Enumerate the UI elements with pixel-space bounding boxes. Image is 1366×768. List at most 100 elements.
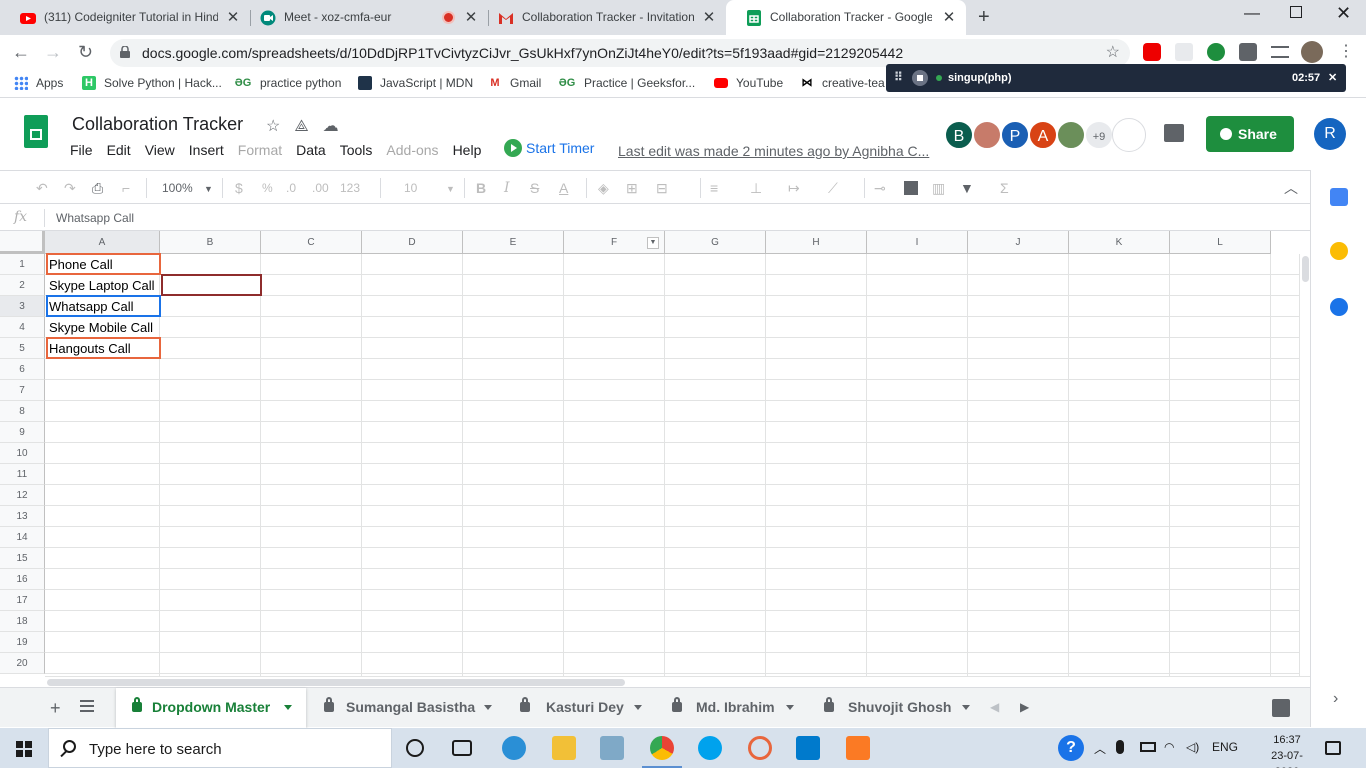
column-header-e[interactable]: E [463,231,564,254]
extension-icon[interactable] [1143,43,1161,61]
row-header-17[interactable]: 17 [0,590,45,611]
column-header-j[interactable]: J [968,231,1069,254]
add-sheet-button[interactable]: + [50,698,61,719]
reload-button[interactable]: ↻ [78,42,93,63]
row-header-16[interactable]: 16 [0,569,45,590]
row-header-4[interactable]: 4 [0,317,45,338]
sheet-tab-sumangal-basistha[interactable]: Sumangal Basistha [308,688,504,728]
cell-a4[interactable]: Skype Mobile Call [46,317,160,338]
fill-color-icon[interactable]: ◈ [598,180,609,197]
share-button[interactable]: Share [1206,116,1294,152]
column-header-d[interactable]: D [362,231,463,254]
scroll-tabs-left-icon[interactable]: ◀ [990,700,999,714]
chevron-down-icon[interactable] [962,705,970,710]
bookmark-youtube[interactable]: YouTube [714,76,783,90]
skype-icon[interactable] [698,736,722,760]
wifi-icon[interactable]: ◠ [1164,740,1174,754]
chevron-up-icon[interactable]: ︿ [1094,740,1106,757]
row-header-20[interactable]: 20 [0,653,45,674]
scroll-thumb[interactable] [1302,256,1309,282]
chevron-down-icon[interactable] [284,705,292,710]
row-header-14[interactable]: 14 [0,527,45,548]
tasks-icon[interactable] [1330,298,1348,316]
bookmark-practice-python[interactable]: ƏG practice python [234,76,342,90]
sheet-tab-dropdown-master[interactable]: Dropdown Master [116,688,306,728]
row-header-19[interactable]: 19 [0,632,45,653]
menu-edit[interactable]: Edit [107,142,131,158]
column-header-h[interactable]: H [766,231,867,254]
rotate-icon[interactable]: ⟋ [828,180,838,197]
bookmark-creative-team[interactable]: ⋈ creative-tea [800,76,885,90]
bookmark-gmail[interactable]: M Gmail [488,76,541,90]
calendar-icon[interactable] [1330,188,1348,206]
puzzle-icon[interactable] [1239,43,1257,61]
bookmark-apps[interactable]: Apps [14,76,63,90]
collaborator-avatar[interactable]: B [944,120,974,150]
bookmark-geeksforgeeks[interactable]: ƏG Practice | Geeksfor... [558,76,695,90]
maximize-button[interactable] [1290,6,1302,18]
add-people-icon[interactable] [1112,118,1146,152]
column-header-a[interactable]: A [45,231,160,254]
undo-icon[interactable]: ↶ [36,180,48,197]
explore-icon[interactable] [1272,699,1290,717]
row-header-8[interactable]: 8 [0,401,45,422]
battery-icon[interactable] [1140,742,1156,752]
column-header-l[interactable]: L [1170,231,1271,254]
chevron-down-icon[interactable] [786,705,794,710]
browser-tab-meet[interactable]: Meet - xoz-cmfa-eur ✕ [240,0,489,35]
close-icon[interactable]: ✕ [1328,71,1337,84]
currency-format[interactable]: $ [235,180,243,196]
column-filter-icon[interactable]: ▼ [647,237,659,249]
select-all-corner[interactable] [0,231,45,254]
menu-view[interactable]: View [145,142,175,158]
align-icon[interactable]: ≡ [710,180,718,196]
chrome-icon[interactable] [642,736,682,768]
valign-icon[interactable]: ⊥ [750,180,762,197]
text-color-icon[interactable]: A [559,180,568,196]
row-header-15[interactable]: 15 [0,548,45,569]
browser-tab-youtube[interactable]: (311) Codeigniter Tutorial in Hind ✕ [0,0,251,35]
borders-icon[interactable]: ⊞ [626,180,638,197]
spreadsheet-grid[interactable]: A B C D E F G H I J K L ▼ 1 2 3 4 5 6 7 8 9 10 11 12 13 14 15 16 17 18… [0,231,1300,676]
filter-icon[interactable]: ▼ [960,180,974,196]
redo-icon[interactable]: ↷ [64,180,76,197]
all-sheets-button[interactable] [80,700,94,712]
bookmark-star-icon[interactable]: ☆ [1106,42,1120,62]
row-header-6[interactable]: 6 [0,359,45,380]
menu-help[interactable]: Help [453,142,482,158]
horizontal-scrollbar[interactable] [45,676,1310,687]
browser-tab-gmail[interactable]: Collaboration Tracker - Invitation ✕ [478,0,726,35]
help-icon[interactable]: ? [1058,735,1084,761]
bookmark-hackerrank[interactable]: H Solve Python | Hack... [82,76,222,90]
row-header-7[interactable]: 7 [0,380,45,401]
chevron-down-icon[interactable]: ▼ [446,184,455,194]
account-avatar[interactable]: R [1314,118,1346,150]
functions-icon[interactable]: Σ [1000,180,1009,196]
menu-data[interactable]: Data [296,142,326,158]
chevron-down-icon[interactable] [634,705,642,710]
media-icon[interactable] [1271,46,1289,58]
strikethrough-icon[interactable]: S [530,180,539,196]
row-header-1[interactable]: 1 [0,254,45,275]
microphone-icon[interactable] [1116,740,1124,754]
scroll-thumb[interactable] [47,679,625,686]
bookmark-mdn[interactable]: JavaScript | MDN [358,76,473,90]
browser-tab-sheets[interactable]: Collaboration Tracker - Google Sh ✕ [726,0,966,35]
notification-center-icon[interactable] [1325,741,1341,755]
collaborator-avatar[interactable]: A [1028,120,1058,150]
taskbar-search[interactable]: Type here to search [48,728,392,768]
paint-format-icon[interactable]: ⌐ [122,180,130,196]
decrease-decimal[interactable]: .0 [286,181,296,195]
wrap-icon[interactable]: ↦ [788,180,800,197]
column-header-g[interactable]: G [665,231,766,254]
row-header-11[interactable]: 11 [0,464,45,485]
row-header-5[interactable]: 5 [0,338,45,359]
stop-recording-button[interactable] [912,70,928,86]
zoom-select[interactable]: 100% [162,181,193,195]
taskbar-clock[interactable]: 16:37 23-07-2020 [1264,732,1310,768]
number-format-select[interactable]: 123 [340,181,360,195]
chevron-down-icon[interactable]: ▼ [204,184,213,194]
formula-input[interactable]: Whatsapp Call [56,211,134,225]
chevron-down-icon[interactable] [484,705,492,710]
minimize-button[interactable]: — [1244,5,1260,23]
